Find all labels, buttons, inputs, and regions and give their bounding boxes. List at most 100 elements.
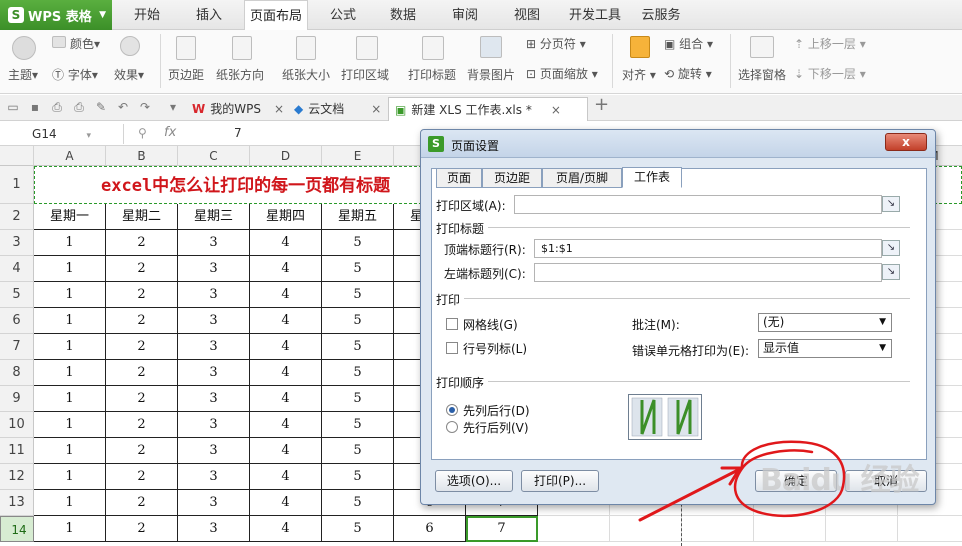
page-zoom-button[interactable]: ⊡ 页面缩放 ▾ [526, 65, 598, 82]
menu-view[interactable]: 视图 [504, 0, 550, 30]
chevron-down-icon[interactable]: ▾ [166, 100, 180, 114]
menu-data[interactable]: 数据 [380, 0, 426, 30]
menu-cloud[interactable]: 云服务 [636, 0, 686, 30]
row-header[interactable]: 6 [0, 308, 34, 334]
new-tab-plus-icon[interactable]: + [594, 96, 609, 114]
column-header[interactable]: E [322, 146, 394, 166]
range-picker-icon[interactable]: ↘ [882, 196, 900, 212]
gridlines-checkbox[interactable] [446, 318, 458, 330]
data-cell[interactable]: 3 [178, 516, 250, 542]
data-cell[interactable]: 3 [178, 308, 250, 334]
data-cell[interactable]: 3 [178, 438, 250, 464]
header-cell[interactable]: 星期五 [322, 204, 394, 230]
effects-button[interactable]: 效果▾ [114, 66, 144, 83]
data-cell[interactable]: 4 [250, 256, 322, 282]
header-cell[interactable]: 星期一 [34, 204, 106, 230]
menu-home[interactable]: 开始 [124, 0, 170, 30]
column-header[interactable]: C [178, 146, 250, 166]
row-header[interactable]: 7 [0, 334, 34, 360]
tab-cloud-docs[interactable]: ◆ 云文档 × [288, 97, 388, 121]
row-header[interactable]: 8 [0, 360, 34, 386]
empty-cell[interactable] [754, 516, 826, 542]
column-header[interactable]: D [250, 146, 322, 166]
data-cell[interactable]: 5 [322, 386, 394, 412]
data-cell[interactable]: 3 [178, 282, 250, 308]
empty-cell[interactable] [538, 516, 610, 542]
left-cols-input[interactable] [534, 263, 882, 282]
data-cell[interactable]: 1 [34, 256, 106, 282]
selection-pane-button[interactable]: 选择窗格 [738, 66, 786, 83]
row-header[interactable]: 3 [0, 230, 34, 256]
empty-cell[interactable] [898, 516, 962, 542]
data-cell[interactable]: 6 [394, 516, 466, 542]
data-cell[interactable]: 1 [34, 308, 106, 334]
data-cell[interactable]: 3 [178, 360, 250, 386]
undo-icon[interactable]: ↶ [116, 100, 130, 114]
header-cell[interactable]: 星期三 [178, 204, 250, 230]
tab-margins[interactable]: 页边距 [482, 168, 542, 188]
row-header[interactable]: 12 [0, 464, 34, 490]
theme-button[interactable]: 主题▾ [8, 66, 38, 83]
data-cell[interactable]: 4 [250, 438, 322, 464]
data-cell[interactable]: 4 [250, 230, 322, 256]
margins-button[interactable]: 页边距 [168, 66, 204, 83]
row-header[interactable]: 9 [0, 386, 34, 412]
data-cell[interactable]: 2 [106, 256, 178, 282]
menu-review[interactable]: 审阅 [442, 0, 488, 30]
data-cell[interactable]: 2 [106, 230, 178, 256]
top-rows-input[interactable]: $1:$1 [534, 239, 882, 258]
data-cell[interactable]: 2 [106, 464, 178, 490]
data-cell[interactable]: 2 [106, 386, 178, 412]
data-cell[interactable]: 1 [34, 282, 106, 308]
tab-page[interactable]: 页面 [436, 168, 482, 188]
column-header[interactable]: A [34, 146, 106, 166]
bring-forward-button[interactable]: ⇡ 上移一层 ▾ [794, 35, 866, 52]
row-header[interactable]: 4 [0, 256, 34, 282]
range-picker-icon[interactable]: ↘ [882, 240, 900, 256]
close-icon[interactable]: × [371, 97, 381, 121]
data-cell[interactable]: 3 [178, 230, 250, 256]
data-cell[interactable]: 1 [34, 412, 106, 438]
range-picker-icon[interactable]: ↘ [882, 264, 900, 280]
data-cell[interactable]: 1 [34, 386, 106, 412]
tab-sheet[interactable]: 工作表 [622, 167, 682, 188]
data-cell[interactable]: 1 [34, 490, 106, 516]
rotate-button[interactable]: ⟲ 旋转 ▾ [664, 65, 712, 82]
save-icon[interactable]: ▪ [28, 100, 42, 114]
empty-cell[interactable] [610, 516, 682, 542]
send-backward-button[interactable]: ⇣ 下移一层 ▾ [794, 65, 866, 82]
row-header[interactable]: 14 [0, 516, 34, 542]
data-cell[interactable]: 1 [34, 230, 106, 256]
data-cell[interactable]: 1 [34, 516, 106, 542]
data-cell[interactable]: 3 [178, 464, 250, 490]
print-button[interactable]: 打印(P)... [521, 470, 599, 492]
data-cell[interactable]: 5 [322, 308, 394, 334]
data-cell[interactable]: 2 [106, 282, 178, 308]
close-button[interactable]: x [885, 133, 927, 151]
data-cell[interactable]: 1 [34, 334, 106, 360]
data-cell[interactable]: 4 [250, 308, 322, 334]
empty-cell[interactable] [682, 516, 754, 542]
page-break-button[interactable]: ⊞ 分页符 ▾ [526, 35, 586, 52]
data-cell[interactable]: 4 [250, 334, 322, 360]
data-cell[interactable]: 5 [322, 490, 394, 516]
align-button[interactable]: 对齐 ▾ [622, 66, 656, 83]
row-header[interactable]: 1 [0, 166, 34, 204]
menu-developer[interactable]: 开发工具 [562, 0, 628, 30]
data-cell[interactable]: 4 [250, 516, 322, 542]
colors-button[interactable]: 颜色▾ [70, 35, 100, 52]
menu-page-layout[interactable]: 页面布局 [244, 0, 308, 31]
data-cell[interactable]: 3 [178, 386, 250, 412]
header-cell[interactable]: 星期四 [250, 204, 322, 230]
row-header[interactable]: 10 [0, 412, 34, 438]
options-button[interactable]: 选项(O)... [435, 470, 513, 492]
data-cell[interactable]: 4 [250, 360, 322, 386]
data-cell[interactable]: 3 [178, 334, 250, 360]
data-cell[interactable]: 3 [178, 256, 250, 282]
data-cell[interactable]: 5 [322, 334, 394, 360]
data-cell[interactable]: 4 [250, 386, 322, 412]
data-cell[interactable]: 5 [322, 256, 394, 282]
data-cell[interactable]: 2 [106, 516, 178, 542]
tab-header-footer[interactable]: 页眉/页脚 [542, 168, 622, 188]
errors-select[interactable]: 显示值 ▼ [758, 339, 892, 358]
